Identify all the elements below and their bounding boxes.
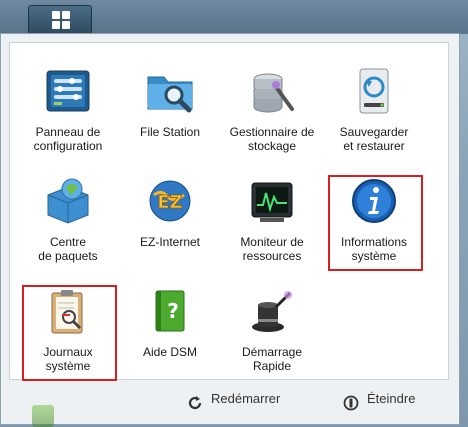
magic-hat-icon [246, 285, 298, 337]
highlight-informations-systeme [328, 175, 423, 271]
app-label: Centre de paquets [38, 235, 98, 263]
svg-text:?: ? [167, 299, 179, 323]
backup-restore-icon [348, 65, 400, 117]
app-label: Sauvegarder et restaurer [339, 125, 409, 153]
file-station-folder-icon [144, 65, 196, 117]
highlight-journaux-systeme [22, 285, 117, 381]
app-ez-internet[interactable]: EZ EZ-Internet [120, 175, 220, 249]
main-menu-button[interactable] [28, 5, 92, 33]
shutdown-label: Éteindre [367, 391, 416, 406]
app-moniteur-de-ressources[interactable]: Moniteur de ressources [222, 175, 322, 263]
ez-internet-icon: EZ [144, 175, 196, 227]
app-demarrage-rapide[interactable]: Démarrage Rapide [222, 285, 322, 373]
app-label: Moniteur de ressources [240, 235, 304, 263]
resource-monitor-icon [246, 175, 298, 227]
main-menu-icon [52, 11, 70, 29]
app-aide-dsm[interactable]: ? Aide DSM [120, 285, 220, 359]
app-label: Aide DSM [142, 345, 198, 359]
restart-button[interactable]: Redémarrer [187, 383, 280, 415]
restart-icon [187, 391, 203, 409]
shutdown-button[interactable]: Éteindre [343, 383, 415, 415]
svg-text:EZ: EZ [157, 192, 182, 213]
app-sauvegarder-et-restaurer[interactable]: Sauvegarder et restaurer [324, 65, 424, 153]
package-center-icon [42, 175, 94, 227]
app-label: Démarrage Rapide [241, 345, 303, 373]
app-label: EZ-Internet [139, 235, 201, 249]
restart-label: Redémarrer [211, 391, 281, 406]
app-label: File Station [139, 125, 201, 139]
app-file-station[interactable]: File Station [120, 65, 220, 139]
app-label: Panneau de configuration [33, 125, 103, 153]
desktop-shortcut-icon[interactable] [32, 405, 54, 427]
app-grid: Panneau de configuration File Station Ge… [9, 42, 449, 381]
power-icon [343, 391, 359, 410]
app-centre-de-paquets[interactable]: Centre de paquets [18, 175, 118, 263]
storage-manager-icon [246, 65, 298, 117]
main-menu-panel: Panneau de configuration File Station Ge… [0, 33, 460, 425]
app-gestionnaire-de-stockage[interactable]: Gestionnaire de stockage [222, 65, 322, 153]
app-panneau-de-configuration[interactable]: Panneau de configuration [18, 65, 118, 153]
help-book-icon: ? [144, 285, 196, 337]
control-panel-icon [42, 65, 94, 117]
app-label: Gestionnaire de stockage [229, 125, 315, 153]
